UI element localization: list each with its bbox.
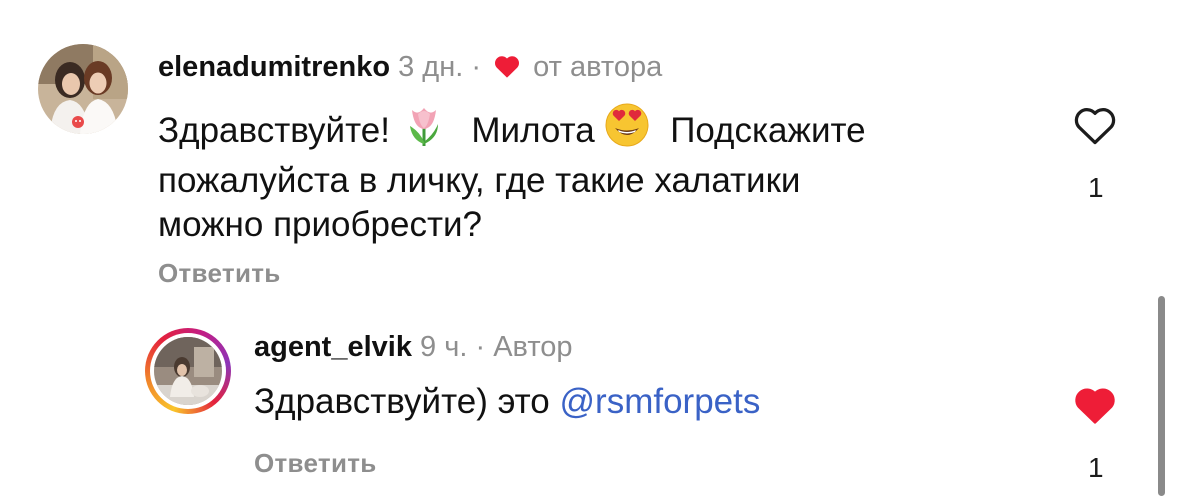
text-segment: Подскажите (670, 111, 866, 150)
comment-text: Здравствуйте! Милота Подскажите пожалуйс… (158, 100, 1038, 247)
avatar[interactable] (154, 337, 222, 405)
heart-filled-icon[interactable] (1072, 384, 1118, 431)
avatar-photo (38, 44, 128, 134)
liked-by-author-heart-icon (493, 53, 521, 87)
comment-time: 9 ч. (420, 331, 468, 363)
scrollbar[interactable] (1158, 296, 1165, 496)
text-segment: Здравствуйте! (158, 111, 390, 150)
reply-button[interactable]: Ответить (254, 448, 377, 479)
liked-by-author-label: от автора (533, 51, 663, 83)
separator-dot: · (475, 331, 486, 363)
like-count: 1 (1088, 452, 1104, 483)
mention-link[interactable]: @rsmforpets (560, 382, 761, 421)
avatar-photo (154, 337, 222, 405)
tulip-emoji (400, 100, 448, 159)
author-label: Автор (493, 331, 573, 363)
comment-text: Здравствуйте) это @rsmforpets (254, 380, 760, 424)
comment-meta: agent_elvik 9 ч. · Автор (254, 330, 573, 364)
heart-outline-icon[interactable] (1072, 104, 1118, 151)
reply-button[interactable]: Ответить (158, 258, 281, 289)
avatar[interactable] (38, 44, 128, 134)
username[interactable]: elenadumitrenko (158, 51, 390, 83)
comment-time: 3 дн. (398, 51, 464, 83)
heart-eyes-emoji (604, 102, 650, 159)
comment-meta: elenadumitrenko 3 дн. · от автора (158, 50, 662, 87)
text-segment: Здравствуйте) это (254, 382, 550, 421)
separator-dot: · (471, 51, 482, 83)
comment-text-line-2: пожалуйста в личку, где такие халатики (158, 161, 801, 200)
comment-text-line-1: Здравствуйте! Милота Подскажите (158, 100, 1038, 159)
like-count: 1 (1088, 172, 1104, 203)
text-segment: Милота (471, 111, 595, 150)
username[interactable]: agent_elvik (254, 331, 412, 363)
comment-text-line-3: можно приобрести? (158, 205, 483, 244)
